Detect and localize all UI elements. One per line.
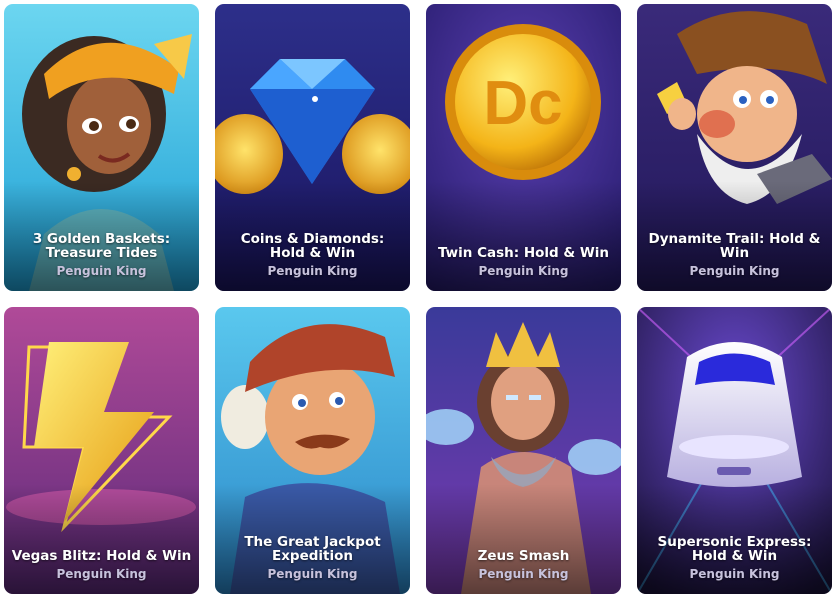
game-title: Dynamite Trail: Hold & Win bbox=[648, 231, 821, 261]
game-card[interactable]: 3 Golden Baskets: Treasure Tides Penguin… bbox=[4, 4, 199, 291]
game-provider: Penguin King bbox=[478, 567, 569, 581]
game-caption: Coins & Diamonds: Hold & Win Penguin Kin… bbox=[221, 232, 404, 278]
game-card[interactable]: Supersonic Express: Hold & Win Penguin K… bbox=[637, 307, 832, 594]
game-title: Supersonic Express: Hold & Win bbox=[657, 534, 812, 564]
game-provider: Penguin King bbox=[689, 567, 780, 581]
games-grid: 3 Golden Baskets: Treasure Tides Penguin… bbox=[0, 0, 833, 595]
game-title: Zeus Smash bbox=[477, 548, 570, 564]
game-caption: Supersonic Express: Hold & Win Penguin K… bbox=[643, 535, 826, 581]
game-provider: Penguin King bbox=[267, 264, 358, 278]
game-caption: Zeus Smash Penguin King bbox=[432, 549, 615, 581]
game-title: The Great Jackpot Expedition bbox=[244, 534, 381, 564]
game-caption: 3 Golden Baskets: Treasure Tides Penguin… bbox=[10, 232, 193, 278]
game-title: Vegas Blitz: Hold & Win bbox=[11, 548, 192, 564]
game-provider: Penguin King bbox=[689, 264, 780, 278]
game-title: Twin Cash: Hold & Win bbox=[437, 245, 610, 261]
svg-text:Dc: Dc bbox=[483, 69, 562, 138]
game-card[interactable]: Zeus Smash Penguin King bbox=[426, 307, 621, 594]
game-card[interactable]: Dynamite Trail: Hold & Win Penguin King bbox=[637, 4, 832, 291]
game-title: Coins & Diamonds: Hold & Win bbox=[240, 231, 385, 261]
game-provider: Penguin King bbox=[478, 264, 569, 278]
game-card[interactable]: Vegas Blitz: Hold & Win Penguin King bbox=[4, 307, 199, 594]
game-caption: The Great Jackpot Expedition Penguin Kin… bbox=[221, 535, 404, 581]
game-provider: Penguin King bbox=[267, 567, 358, 581]
game-provider: Penguin King bbox=[56, 567, 147, 581]
game-caption: Vegas Blitz: Hold & Win Penguin King bbox=[10, 549, 193, 581]
game-card[interactable]: The Great Jackpot Expedition Penguin Kin… bbox=[215, 307, 410, 594]
game-card[interactable]: Coins & Diamonds: Hold & Win Penguin Kin… bbox=[215, 4, 410, 291]
game-card[interactable]: Dc Twin Cash: Hold & Win Penguin King bbox=[426, 4, 621, 291]
game-title: 3 Golden Baskets: Treasure Tides bbox=[32, 231, 171, 261]
game-caption: Dynamite Trail: Hold & Win Penguin King bbox=[643, 232, 826, 278]
game-caption: Twin Cash: Hold & Win Penguin King bbox=[432, 246, 615, 278]
game-provider: Penguin King bbox=[56, 264, 147, 278]
